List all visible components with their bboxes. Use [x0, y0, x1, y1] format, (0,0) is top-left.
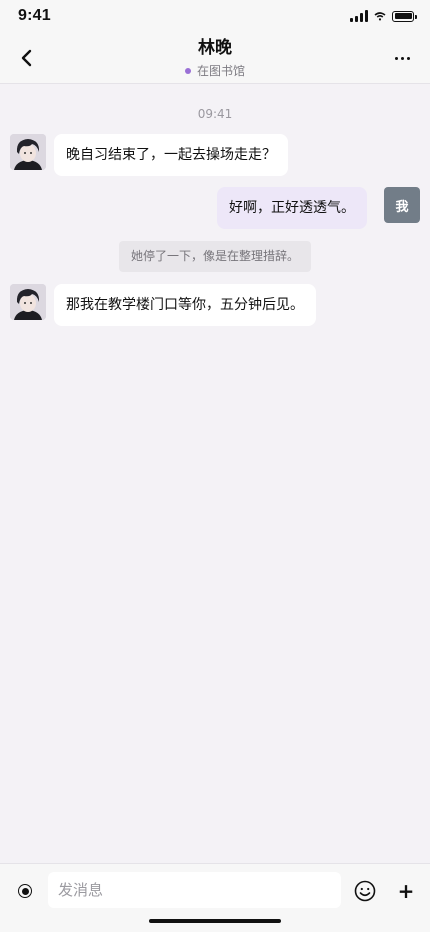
narration-message: 她停了一下，像是在整理措辞。 — [119, 241, 311, 272]
contact-status-text: 在图书馆 — [196, 64, 245, 78]
message-bubble-incoming[interactable]: 那我在教学楼门口等你，五分钟后见。 — [54, 284, 316, 326]
more-horizontal-icon — [394, 56, 398, 60]
online-status-dot-icon — [184, 68, 191, 74]
status-time: 9:41 — [18, 7, 51, 24]
contact-name: 林晚 — [198, 38, 232, 58]
more-options-button[interactable] — [386, 42, 418, 74]
home-indicator[interactable] — [149, 919, 281, 923]
wifi-icon — [374, 12, 386, 21]
contact-avatar-image — [10, 284, 46, 320]
signal-icon — [350, 10, 368, 22]
self-avatar[interactable]: 我 — [384, 187, 420, 223]
voice-record-icon — [18, 884, 32, 898]
header-center: 林晚 在图书馆 — [0, 37, 430, 79]
voice-button[interactable] — [14, 880, 36, 902]
contact-avatar-image — [10, 134, 46, 170]
contact-status: 在图书馆 — [184, 63, 245, 79]
message-bubble-incoming[interactable]: 晚自习结束了，一起去操场走走？ — [54, 134, 288, 176]
chat-screen: 9:41 林晚 在图书馆 09:41 晚自习结束了，一起去操场走走？ 好啊，正好… — [0, 0, 430, 932]
contact-avatar[interactable] — [10, 134, 46, 170]
status-icons — [350, 10, 417, 22]
message-input[interactable] — [48, 872, 341, 908]
chat-header: 林晚 在图书馆 — [0, 32, 430, 84]
emoji-icon[interactable] — [353, 879, 377, 903]
contact-avatar[interactable] — [10, 284, 46, 320]
message-timestamp: 09:41 — [197, 107, 233, 121]
message-bubble-outgoing[interactable]: 好啊，正好透透气。 — [217, 187, 367, 229]
status-bar: 9:41 — [0, 0, 430, 32]
more-actions-button[interactable]: + — [396, 879, 416, 903]
battery-icon — [392, 10, 417, 22]
